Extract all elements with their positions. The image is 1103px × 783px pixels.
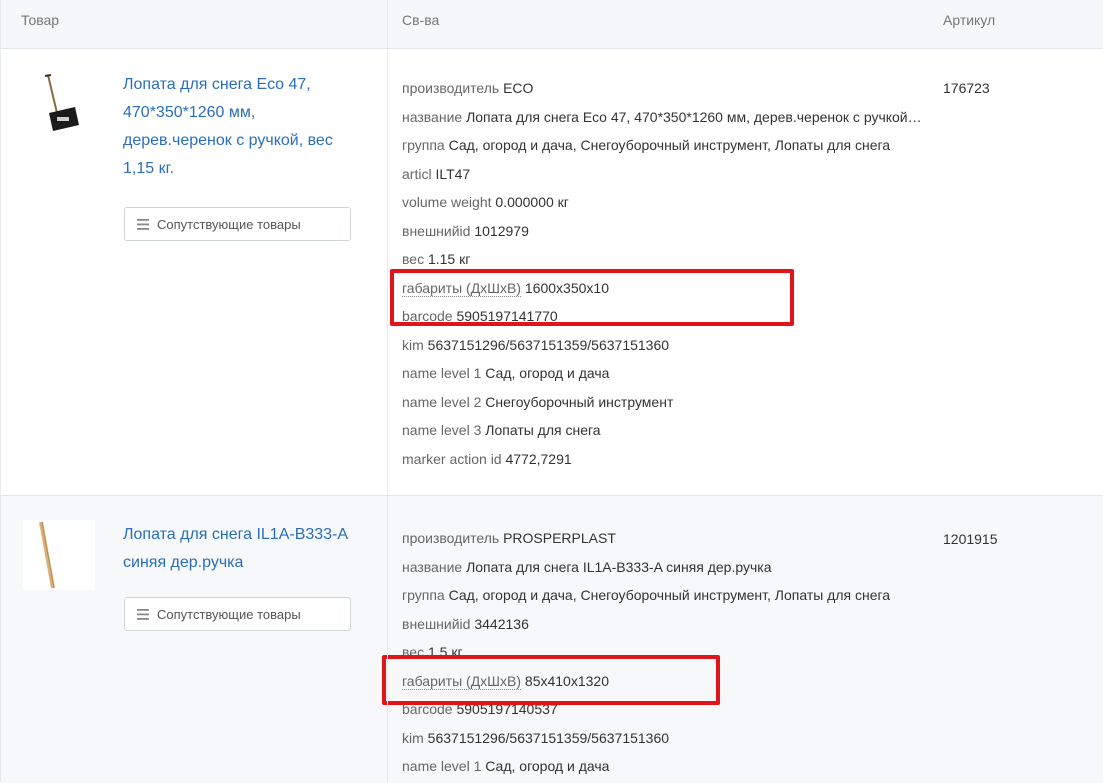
table-row: Лопата для снега IL1A-B333-A синяя дер.р… [1,495,1103,783]
product-sku: 176723 [943,80,990,96]
prop-manufacturer: производитель ECO [402,80,534,96]
related-products-label: Сопутствующие товары [157,216,301,232]
column-divider [387,0,388,782]
product-title-link[interactable]: Лопата для снега IL1A-B333-A синяя дер.р… [123,521,368,577]
header-props: Св-ва [402,12,440,28]
prop-name: название Лопата для снега IL1A-B333-A си… [402,558,772,575]
prop-group: группа Сад, огород и дача, Снегоуборочны… [402,587,891,603]
prop-marker-action-id: marker action id 4772,7291 [402,450,572,467]
product-sku: 1201915 [943,531,998,547]
product-table: Товар Св-ва Артикул Лопата для снега Eco… [0,0,1103,783]
prop-group: группа Сад, огород и дача, Снегоуборочны… [402,137,891,153]
related-products-button[interactable]: Сопутствующие товары [124,207,351,241]
prop-kim: kim 5637151296/5637151359/5637151360 [402,336,670,353]
table-row: Лопата для снега Eco 47, 470*350*1260 мм… [1,49,1103,495]
list-icon [137,218,149,230]
header-sku: Артикул [943,12,996,28]
prop-name-level-1: name level 1 Сад, огород и дача [402,758,610,774]
prop-name-level-2: name level 2 Снегоуборочный инструмент [402,393,674,410]
product-thumbnail[interactable] [23,520,95,590]
highlight-box [390,269,794,326]
prop-name: название Лопата для снега Eco 47, 470*35… [402,108,922,125]
prop-volume-weight: volume weight 0.000000 кг [402,194,569,210]
related-products-label: Сопутствующие товары [157,606,301,622]
properties-list: производитель PROSPERPLAST название Лопа… [402,524,922,781]
prop-external-id: внешнийid 1012979 [402,222,529,239]
list-icon [137,608,149,620]
product-title-link[interactable]: Лопата для снега Eco 47, 470*350*1260 мм… [123,71,368,183]
prop-name-level-1: name level 1 Сад, огород и дача [402,365,610,381]
prop-articl: articl ILT47 [402,165,471,182]
prop-kim: kim 5637151296/5637151359/5637151360 [402,729,670,746]
product-thumbnail[interactable] [39,73,85,139]
highlight-box [382,655,720,705]
prop-external-id: внешнийid 3442136 [402,615,529,632]
header-product: Товар [21,12,60,28]
prop-manufacturer: производитель PROSPERPLAST [402,530,616,546]
prop-name-level-3: name level 3 Лопаты для снега [402,422,601,438]
related-products-button[interactable]: Сопутствующие товары [124,597,351,631]
table-header: Товар Св-ва Артикул [1,0,1103,49]
